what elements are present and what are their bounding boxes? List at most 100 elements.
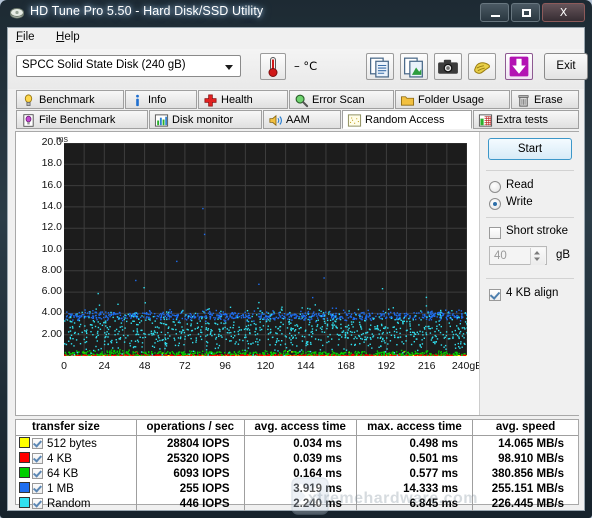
save-button[interactable] xyxy=(505,53,533,80)
folder-icon xyxy=(400,96,415,106)
y-tick-label: 14.0 xyxy=(41,199,62,212)
align-box xyxy=(489,289,501,301)
row-avg-speed: 98.910 MB/s xyxy=(472,451,578,466)
x-tick-label: 144 xyxy=(297,360,315,372)
table-row[interactable]: 1 MB 255 IOPS 3.919 ms 14.333 ms 255.151 MB/… xyxy=(16,481,578,496)
info-icon xyxy=(136,94,139,107)
short-stroke-unit: gB xyxy=(556,249,571,261)
color-swatch-icon xyxy=(18,437,30,448)
test-controls: Start Read Write Short stroke 40 gB 4 KB… xyxy=(479,132,580,415)
tab-folder-usage-label: Folder Usage xyxy=(418,94,485,106)
maximize-button[interactable] xyxy=(511,3,540,22)
row-operations: 446 IOPS xyxy=(136,496,245,511)
tab-disk-monitor[interactable]: Disk monitor xyxy=(149,110,262,129)
camera-icon xyxy=(438,59,458,74)
radio-read-indicator xyxy=(489,181,501,193)
minimize-button[interactable] xyxy=(480,3,509,22)
tab-health-label: Health xyxy=(221,94,253,106)
tab-file-benchmark-label: File Benchmark xyxy=(39,114,116,126)
row-checkbox[interactable] xyxy=(32,497,43,509)
x-tick-label: 48 xyxy=(138,360,151,372)
tab-benchmark-label: Benchmark xyxy=(39,94,95,106)
radio-write-label: Write xyxy=(506,196,533,208)
row-transfer-size-label: 4 KB xyxy=(47,452,72,465)
exit-button-label: Exit xyxy=(556,60,576,72)
results-header-row: transfer size operations / sec avg. acce… xyxy=(16,420,578,436)
row-checkbox[interactable] xyxy=(32,452,43,464)
results-table: transfer size operations / sec avg. acce… xyxy=(16,420,578,511)
app-window: HD Tune Pro 5.50 - Hard Disk/SSD Utility… xyxy=(0,0,592,518)
tab-bar: Benchmark Info Health Error Scan Folder … xyxy=(8,89,584,131)
thermometer-icon xyxy=(268,57,278,77)
short-stroke-label: Short stroke xyxy=(506,225,568,237)
tab-error-scan[interactable]: Error Scan xyxy=(289,90,394,109)
tab-folder-usage[interactable]: Folder Usage xyxy=(395,90,510,109)
temperature-button[interactable] xyxy=(260,53,286,80)
tab-erase[interactable]: Erase xyxy=(511,90,579,109)
stepper-arrows-icon[interactable] xyxy=(530,248,545,265)
x-axis-labels: 0 24 48 72 96 120 144 168 192 216 240gB xyxy=(56,360,482,380)
x-tick-label: 24 xyxy=(98,360,111,372)
options-button[interactable] xyxy=(468,53,496,80)
row-checkbox[interactable] xyxy=(32,437,43,449)
row-transfer-size[interactable]: 1 MB xyxy=(32,481,137,496)
tab-info[interactable]: Info xyxy=(125,90,197,109)
table-row[interactable]: 4 KB 25320 IOPS 0.039 ms 0.501 ms 98.910 MB/… xyxy=(16,451,578,466)
row-transfer-size[interactable]: Random xyxy=(32,496,137,511)
align-label: 4 KB align xyxy=(506,287,559,299)
color-swatch-icon xyxy=(18,452,30,463)
tab-file-benchmark[interactable]: File Benchmark xyxy=(16,110,148,129)
row-transfer-size[interactable]: 512 bytes xyxy=(32,436,137,452)
bars-icon xyxy=(154,114,169,127)
row-checkbox[interactable] xyxy=(32,482,43,494)
start-button[interactable]: Start xyxy=(488,138,572,160)
scatter-plot-area xyxy=(64,143,467,356)
y-tick-label: 6.00 xyxy=(41,285,62,298)
menu-file[interactable]: File xyxy=(16,31,35,43)
camera-button[interactable] xyxy=(434,53,462,80)
row-color-swatch xyxy=(16,466,32,481)
table-row[interactable]: Random 446 IOPS 2.240 ms 6.845 ms 226.445 MB… xyxy=(16,496,578,511)
copy-button[interactable] xyxy=(366,53,394,80)
row-max-access: 0.498 ms xyxy=(355,435,473,451)
drive-select-label: SPCC Solid State Disk (240 gB) xyxy=(22,59,186,71)
row-color-swatch xyxy=(16,481,32,496)
copy-image-button[interactable] xyxy=(400,53,428,80)
col-max-access: max. access time xyxy=(355,420,473,436)
row-avg-speed: 255.151 MB/s xyxy=(472,481,578,496)
window-title: HD Tune Pro 5.50 - Hard Disk/SSD Utility xyxy=(30,4,264,18)
divider-1 xyxy=(486,170,574,171)
cross-icon xyxy=(204,94,217,107)
row-color-swatch xyxy=(16,496,32,511)
random-access-panel: ms 2.00 4.00 6.00 8.00 10.0 12.0 14.0 16.0 18.0 2… xyxy=(15,131,580,416)
table-row[interactable]: 512 bytes 28804 IOPS 0.034 ms 0.498 ms 14.06… xyxy=(16,435,578,452)
row-transfer-size-label: 512 bytes xyxy=(47,437,97,450)
row-color-swatch xyxy=(16,451,32,466)
tab-aam[interactable]: AAM xyxy=(263,110,341,129)
short-stroke-stepper[interactable]: 40 xyxy=(489,246,547,265)
row-avg-access: 0.039 ms xyxy=(243,451,357,466)
tab-extra-tests[interactable]: Extra tests xyxy=(473,110,579,129)
divider-3 xyxy=(486,278,574,279)
x-tick-label: 192 xyxy=(377,360,396,372)
drive-select[interactable]: SPCC Solid State Disk (240 gB) xyxy=(16,55,241,77)
close-button[interactable]: X xyxy=(542,3,585,22)
tab-benchmark[interactable]: Benchmark xyxy=(16,90,124,109)
exit-button[interactable]: Exit xyxy=(544,53,588,80)
temperature-value: – °C xyxy=(294,59,318,73)
row-transfer-size[interactable]: 64 KB xyxy=(32,466,137,481)
col-transfer-size: transfer size xyxy=(32,420,137,436)
tab-info-label: Info xyxy=(148,94,167,106)
color-swatch-icon xyxy=(18,482,30,493)
table-row[interactable]: 64 KB 6093 IOPS 0.164 ms 0.577 ms 380.856 MB… xyxy=(16,466,578,481)
y-tick-label: 2.00 xyxy=(41,327,62,340)
tab-health[interactable]: Health xyxy=(198,90,288,109)
menu-help[interactable]: Help xyxy=(56,31,80,43)
color-swatch-icon xyxy=(18,467,30,478)
row-checkbox[interactable] xyxy=(32,467,43,479)
row-transfer-size[interactable]: 4 KB xyxy=(32,451,137,466)
row-operations: 28804 IOPS xyxy=(136,435,245,451)
tab-random-access[interactable]: Random Access xyxy=(342,110,472,129)
tab-erase-label: Erase xyxy=(534,94,563,106)
x-tick-label: 216 xyxy=(417,360,436,372)
